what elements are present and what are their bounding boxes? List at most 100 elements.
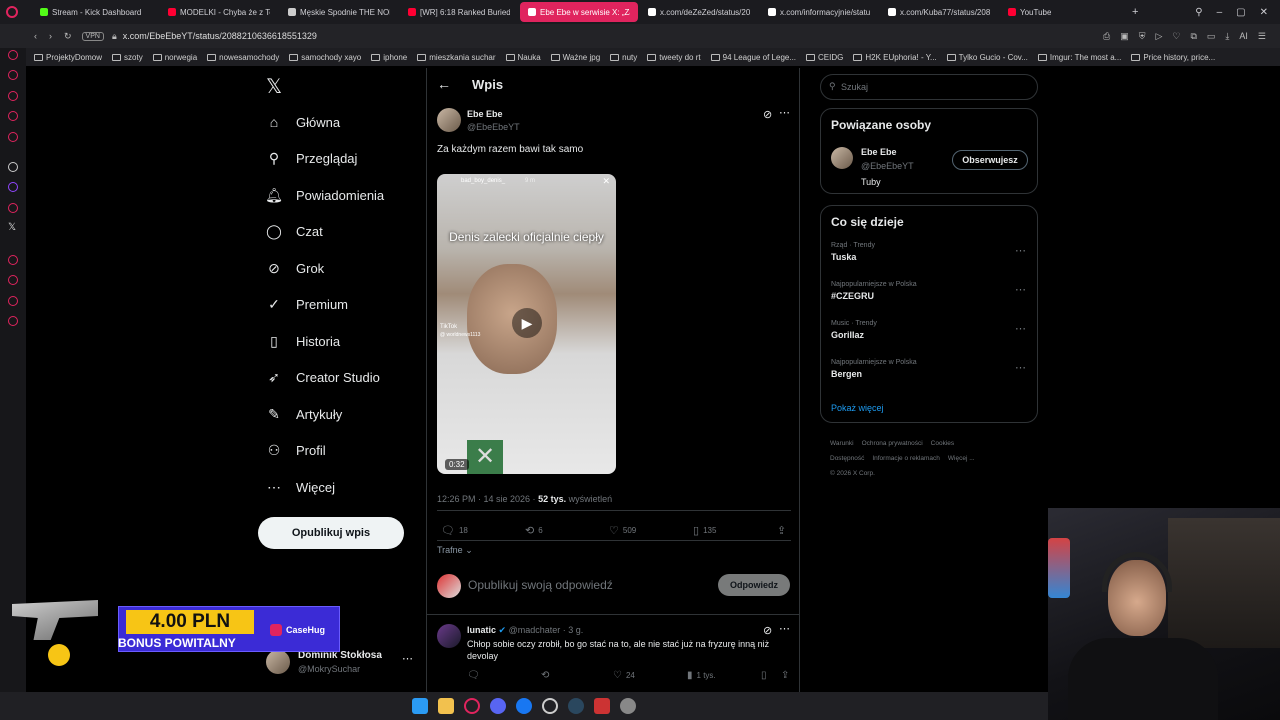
browser-tab[interactable]: x.com/Kuba77/status/208: [880, 2, 998, 22]
sidebar-app-icon[interactable]: [8, 50, 18, 60]
browser-tab[interactable]: Stream - Kick Dashboard: [32, 2, 158, 22]
reply-repost-icon[interactable]: ⟲: [541, 670, 549, 681]
video-close-icon[interactable]: ✕: [602, 176, 610, 187]
shield-icon[interactable]: ⛨: [1139, 31, 1146, 42]
browser-tab[interactable]: MODELKI - Chyba że z Te: [160, 2, 278, 22]
new-tab-button[interactable]: +: [1132, 6, 1138, 18]
bookmark-item[interactable]: mieszkania suchar: [417, 53, 496, 62]
sidebar-app-icon[interactable]: [8, 162, 18, 172]
ai-button[interactable]: AI: [1239, 31, 1248, 42]
related-name[interactable]: Ebe Ebe: [861, 147, 897, 157]
reply-age[interactable]: · 3 g.: [563, 625, 584, 635]
repost-action[interactable]: ⟲ 6: [525, 524, 543, 537]
sort-dropdown[interactable]: Trafne ⌄: [437, 545, 473, 556]
settings-icon[interactable]: [8, 316, 18, 326]
messenger-icon[interactable]: [516, 698, 532, 714]
trend-item[interactable]: Najpopularniejsze w Polska #CZEGRU: [831, 281, 1029, 301]
bookmark-item[interactable]: H2K EUphoria! - Y...: [853, 53, 937, 62]
nav-item-czat[interactable]: ◯ Czat: [258, 214, 428, 251]
post-timestamp[interactable]: 12:26 PM · 14 sie 2026 ·: [437, 494, 536, 504]
reply-author-handle[interactable]: @madchater: [509, 625, 561, 635]
grok-reply-icon[interactable]: ⊘: [763, 624, 772, 637]
shield-app-icon[interactable]: [594, 698, 610, 714]
bookmark-item[interactable]: Price history, price...: [1131, 53, 1215, 62]
like-action[interactable]: ♡ 509: [609, 524, 636, 537]
bookmark-item[interactable]: Nauka: [505, 53, 541, 62]
nav-item-przeglądaj[interactable]: ⚲ Przeglądaj: [258, 141, 428, 178]
following-button[interactable]: Obserwujesz: [952, 150, 1028, 170]
trend-more-icon[interactable]: ⋯: [1015, 244, 1027, 257]
browser-tab[interactable]: x.com/deZeZed/status/20: [640, 2, 758, 22]
bookmark-item[interactable]: Ważne jpg: [550, 53, 600, 62]
bookmark-item[interactable]: samochody xayo: [289, 53, 361, 62]
reply-bookmark-icon[interactable]: ▯: [761, 670, 767, 681]
bookmark-item[interactable]: Tylko Gucio - Cov...: [946, 53, 1028, 62]
footer-link[interactable]: Więcej ...: [948, 455, 975, 462]
snapshot-icon[interactable]: ▣: [1120, 31, 1129, 42]
trend-item[interactable]: Rząd · Trendy Tuska: [831, 242, 1029, 262]
browser-tab[interactable]: x.com/informacyjnie/statu: [760, 2, 878, 22]
discord-icon[interactable]: [490, 698, 506, 714]
camera-icon[interactable]: ⎙: [1103, 31, 1110, 42]
bookmark-item[interactable]: szoty: [112, 53, 143, 62]
x-logo-icon[interactable]: 𝕏: [266, 74, 282, 99]
bookmark-item[interactable]: ProjektyDomow: [34, 53, 102, 62]
author-avatar[interactable]: [437, 108, 461, 132]
file-explorer-icon[interactable]: [438, 698, 454, 714]
nav-item-profil[interactable]: ⚇ Profil: [258, 433, 428, 470]
bookmark-item[interactable]: nowesamochody: [207, 53, 279, 62]
extensions-icon[interactable]: ⧉: [1190, 31, 1196, 42]
minimize-window-button[interactable]: –: [1217, 7, 1223, 18]
nav-item-artykuły[interactable]: ✎ Artykuły: [258, 396, 428, 433]
reply-author-avatar[interactable]: [437, 624, 461, 648]
bookmark-action[interactable]: ▯ 135: [693, 524, 716, 537]
footer-link[interactable]: Cookies: [931, 440, 954, 447]
footer-link[interactable]: © 2026 X Corp.: [830, 470, 875, 477]
twitch-icon[interactable]: [8, 182, 18, 192]
wallet-icon[interactable]: ▭: [1207, 31, 1216, 42]
reload-icon[interactable]: ↻: [64, 31, 72, 42]
trend-more-icon[interactable]: ⋯: [1015, 322, 1027, 335]
reply-reply-icon[interactable]: 🗨︎: [467, 670, 480, 681]
reply-input[interactable]: Opublikuj swoją odpowiedź: [468, 578, 613, 592]
url-field[interactable]: x.com/EbeEbeYT/status/208821063661855132…: [123, 31, 317, 41]
vpn-badge[interactable]: VPN: [81, 31, 104, 41]
start-icon[interactable]: [412, 698, 428, 714]
heart-icon[interactable]: ♡: [1172, 31, 1180, 42]
back-arrow-icon[interactable]: ‹: [34, 31, 37, 41]
reply-share-icon[interactable]: ⇪: [781, 670, 789, 681]
close-window-button[interactable]: ✕: [1260, 7, 1268, 18]
grok-post-icon[interactable]: ⊘: [763, 108, 772, 121]
nav-item-więcej[interactable]: ⋯ Więcej: [258, 469, 428, 506]
back-arrow-icon[interactable]: ←: [437, 76, 451, 92]
bookmark-item[interactable]: CEIDG: [806, 53, 843, 62]
chrome-icon[interactable]: [542, 698, 558, 714]
trend-more-icon[interactable]: ⋯: [1015, 283, 1027, 296]
bookmark-item[interactable]: 94 League of Lege...: [710, 53, 796, 62]
reply-like-action[interactable]: ♡ 24: [613, 670, 635, 681]
download-icon[interactable]: ⤓: [1225, 31, 1229, 42]
author-name[interactable]: Ebe Ebe: [467, 109, 503, 119]
nav-item-powiadomienia[interactable]: 🔔︎ Powiadomienia: [258, 177, 428, 214]
footer-link[interactable]: Dostępność: [830, 455, 864, 462]
trend-more-icon[interactable]: ⋯: [1015, 361, 1027, 374]
sidebar-app-icon[interactable]: [8, 91, 18, 101]
trend-item[interactable]: Najpopularniejsze w Polska Bergen: [831, 359, 1029, 379]
menu-icon[interactable]: ☰: [1258, 31, 1266, 42]
footer-link[interactable]: Warunki: [830, 440, 854, 447]
nav-item-premium[interactable]: ✓ Premium: [258, 287, 428, 324]
author-handle[interactable]: @EbeEbeYT: [467, 122, 520, 132]
nav-item-creator-studio[interactable]: ➶ Creator Studio: [258, 360, 428, 397]
browser-tab[interactable]: Ebe Ebe w serwisie X: „Za: [520, 2, 638, 22]
history-icon[interactable]: [8, 275, 18, 285]
footer-link[interactable]: Informacje o reklamach: [872, 455, 940, 462]
bookmark-item[interactable]: Imgur: The most a...: [1037, 53, 1121, 62]
video-player[interactable]: bad_boy_denis_ 9 m ✕ Denis zalecki oficj…: [437, 174, 616, 474]
play-icon[interactable]: ▶: [512, 308, 542, 338]
post-more-icon[interactable]: ⋯: [779, 106, 790, 119]
reply-author-name[interactable]: lunatic: [467, 625, 496, 635]
search-tabs-icon[interactable]: ⚲: [1195, 7, 1202, 18]
bookmark-item[interactable]: nuty: [610, 53, 637, 62]
share-icon[interactable]: ⇪: [777, 524, 786, 537]
sidebar-app-icon[interactable]: [8, 255, 18, 265]
